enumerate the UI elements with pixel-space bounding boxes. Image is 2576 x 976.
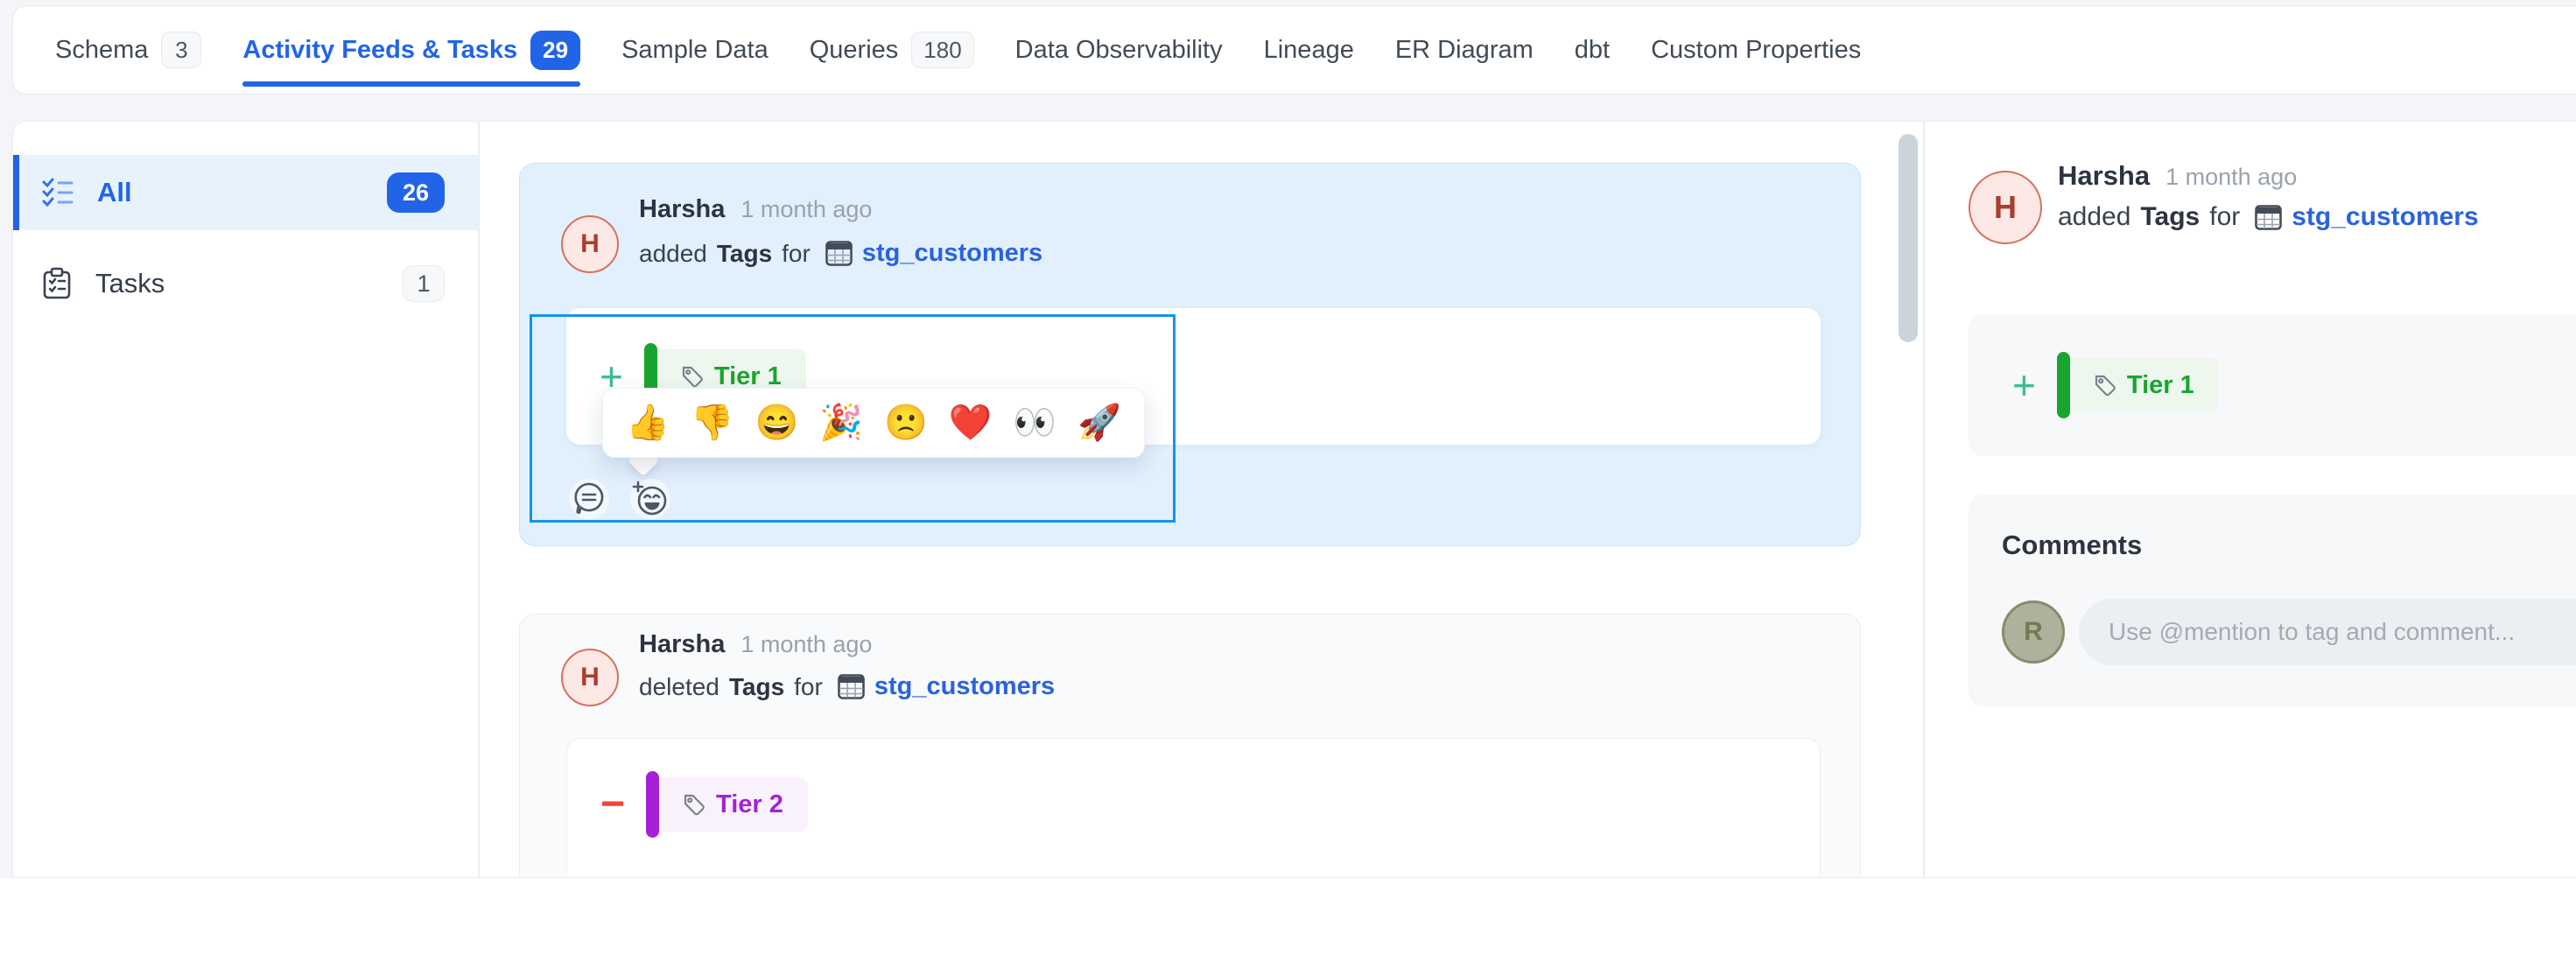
avatar: R [2002, 600, 2065, 664]
user-name: Harsha [639, 195, 725, 224]
tab-count-badge: 29 [530, 31, 580, 70]
eyes-emoji[interactable]: 👀 [1013, 405, 1056, 440]
tab-queries[interactable]: Queries 180 [810, 6, 974, 94]
tag-pill-tier-2[interactable]: Tier 2 [646, 777, 808, 832]
tab-bar: Schema 3 Activity Feeds & Tasks 29 Sampl… [12, 5, 2576, 95]
tag-label: Tier 1 [2127, 371, 2194, 400]
sidebar-divider [478, 122, 480, 877]
action-object: Tags [717, 240, 772, 268]
asset-link[interactable]: stg_customers [862, 239, 1042, 268]
thumbs-down-emoji[interactable]: 👎 [691, 405, 734, 440]
heart-emoji[interactable]: ❤️ [949, 405, 993, 440]
action-connector: for [794, 673, 823, 701]
comment-input[interactable] [2079, 599, 2576, 665]
avatar: H [1969, 171, 2042, 244]
action-connector: for [2209, 202, 2240, 232]
tab-lineage[interactable]: Lineage [1264, 6, 1354, 94]
frowning-face-emoji[interactable]: 🙁 [884, 405, 928, 440]
action-object: Tags [2140, 202, 2200, 232]
tag-label: Tier 2 [716, 790, 783, 819]
sidebar-item-all[interactable]: All 26 [13, 155, 478, 230]
table-icon [838, 674, 865, 699]
tab-label: Queries [810, 36, 899, 65]
user-name: Harsha [639, 630, 725, 659]
tab-count-badge: 3 [161, 32, 201, 68]
sidebar-count-badge: 26 [387, 172, 445, 213]
action-connector: for [782, 240, 811, 268]
tab-schema[interactable]: Schema 3 [55, 6, 201, 94]
rocket-emoji[interactable]: 🚀 [1077, 405, 1121, 440]
activity-content-area: All 26 Tasks 1 H Hars [12, 121, 2576, 878]
emoji-reaction-popover: 👍 👎 😄 🎉 🙁 ❤️ 👀 🚀 [602, 388, 1145, 458]
tab-er-diagram[interactable]: ER Diagram [1395, 6, 1534, 94]
comments-card: Comments R [1969, 495, 2576, 706]
party-popper-emoji[interactable]: 🎉 [819, 405, 863, 440]
panel-change-card: + Tier 1 [1969, 314, 2576, 456]
tab-label: Custom Properties [1651, 36, 1861, 65]
action-verb: deleted [639, 673, 719, 701]
comment-button[interactable] [569, 479, 609, 519]
sidebar-count-badge: 1 [403, 265, 445, 302]
tab-dbt[interactable]: dbt [1575, 6, 1610, 94]
table-icon [2255, 205, 2282, 230]
tab-label: Schema [55, 36, 148, 65]
timestamp: 1 month ago [2165, 164, 2297, 191]
tab-sample-data[interactable]: Sample Data [621, 6, 769, 94]
tag-icon [2094, 374, 2116, 397]
tag-icon [683, 793, 705, 816]
activity-card-added-tags[interactable]: H Harsha 1 month ago added Tags for [519, 163, 1861, 546]
feed-scrollbar-thumb[interactable] [1899, 134, 1918, 342]
sidebar-item-label: All [97, 177, 132, 208]
asset-link[interactable]: stg_customers [2292, 202, 2478, 232]
asset-link[interactable]: stg_customers [874, 672, 1055, 701]
deleted-minus-sign: − [600, 783, 625, 825]
tab-label: Sample Data [621, 36, 769, 65]
tab-count-badge: 180 [911, 32, 973, 68]
tab-label: ER Diagram [1395, 36, 1534, 65]
tab-custom-properties[interactable]: Custom Properties [1651, 6, 1861, 94]
checklist-icon [41, 176, 74, 209]
timestamp: 1 month ago [741, 196, 872, 223]
tab-label: Lineage [1264, 36, 1354, 65]
tab-label: dbt [1575, 36, 1610, 65]
timestamp: 1 month ago [741, 631, 872, 658]
thumbs-up-emoji[interactable]: 👍 [626, 405, 670, 440]
table-icon [825, 241, 853, 266]
add-reaction-button[interactable] [630, 479, 670, 519]
tab-data-observability[interactable]: Data Observability [1015, 6, 1223, 94]
comments-title: Comments [2002, 530, 2142, 561]
tab-activity-feeds-tasks[interactable]: Activity Feeds & Tasks 29 [242, 6, 580, 94]
tab-label: Data Observability [1015, 36, 1223, 65]
clipboard-icon [41, 267, 73, 300]
grinning-face-emoji[interactable]: 😄 [755, 405, 798, 440]
sidebar-item-label: Tasks [95, 268, 165, 299]
action-verb: added [639, 240, 707, 268]
activity-sidebar: All 26 Tasks 1 [13, 122, 478, 877]
activity-detail-panel: H Harsha 1 month ago added Tags for [1925, 122, 2576, 877]
avatar: H [561, 215, 619, 273]
added-plus-sign: + [2012, 365, 2036, 405]
action-object: Tags [729, 673, 784, 701]
user-name: Harsha [2058, 160, 2150, 192]
avatar: H [561, 649, 619, 706]
change-detail-card: − Tier 2 [566, 738, 1821, 878]
sidebar-item-tasks[interactable]: Tasks 1 [13, 251, 478, 316]
tag-pill-tier-1[interactable]: Tier 1 [2057, 358, 2219, 412]
activity-card-deleted-tags[interactable]: H Harsha 1 month ago deleted Tags for [519, 614, 1861, 878]
tab-label: Activity Feeds & Tasks [242, 36, 517, 65]
asset-detail-page: Schema 3 Activity Feeds & Tasks 29 Sampl… [0, 0, 2576, 878]
action-verb: added [2058, 202, 2130, 232]
